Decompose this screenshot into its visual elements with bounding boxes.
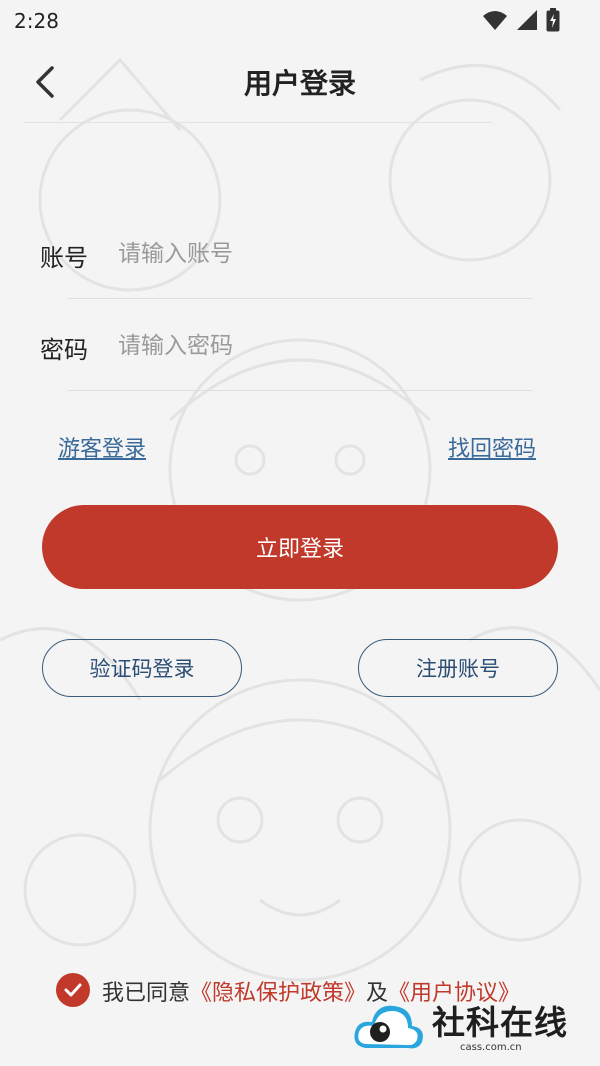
battery-icon — [546, 8, 560, 32]
sms-login-button[interactable]: 验证码登录 — [42, 639, 242, 697]
status-bar: 2:28 — [0, 0, 600, 42]
watermark-url: cass.com.cn — [460, 1042, 522, 1053]
cloud-eye-logo-icon — [354, 1005, 423, 1049]
password-divider — [68, 390, 532, 391]
login-button[interactable]: 立即登录 — [42, 505, 558, 589]
guest-login-link[interactable]: 游客登录 — [58, 431, 146, 463]
register-button[interactable]: 注册账号 — [358, 639, 558, 697]
account-row: 账号 — [40, 224, 532, 284]
watermark-logo: 社科在线 cass.com.cn — [352, 994, 586, 1062]
status-time: 2:28 — [14, 9, 59, 33]
account-input[interactable] — [116, 232, 520, 276]
agreement-prefix: 我已同意 — [102, 981, 191, 1006]
nav-bar: 用户登录 — [0, 42, 600, 122]
password-input[interactable] — [116, 324, 520, 368]
checkmark-icon — [64, 983, 82, 997]
wifi-icon — [483, 11, 507, 30]
recover-password-link[interactable]: 找回密码 — [448, 431, 536, 463]
password-row: 密码 — [40, 316, 532, 376]
status-icons — [482, 8, 560, 32]
password-label: 密码 — [40, 336, 88, 364]
page-title: 用户登录 — [243, 67, 356, 100]
account-divider — [68, 298, 532, 299]
agreement-checkbox[interactable] — [56, 973, 90, 1007]
privacy-policy-link[interactable]: 《隐私保护政策》 — [190, 981, 366, 1006]
watermark-name: 社科在线 — [432, 1003, 568, 1042]
account-label: 账号 — [40, 244, 88, 272]
nav-divider — [24, 122, 492, 123]
cellular-signal-icon — [517, 10, 537, 30]
